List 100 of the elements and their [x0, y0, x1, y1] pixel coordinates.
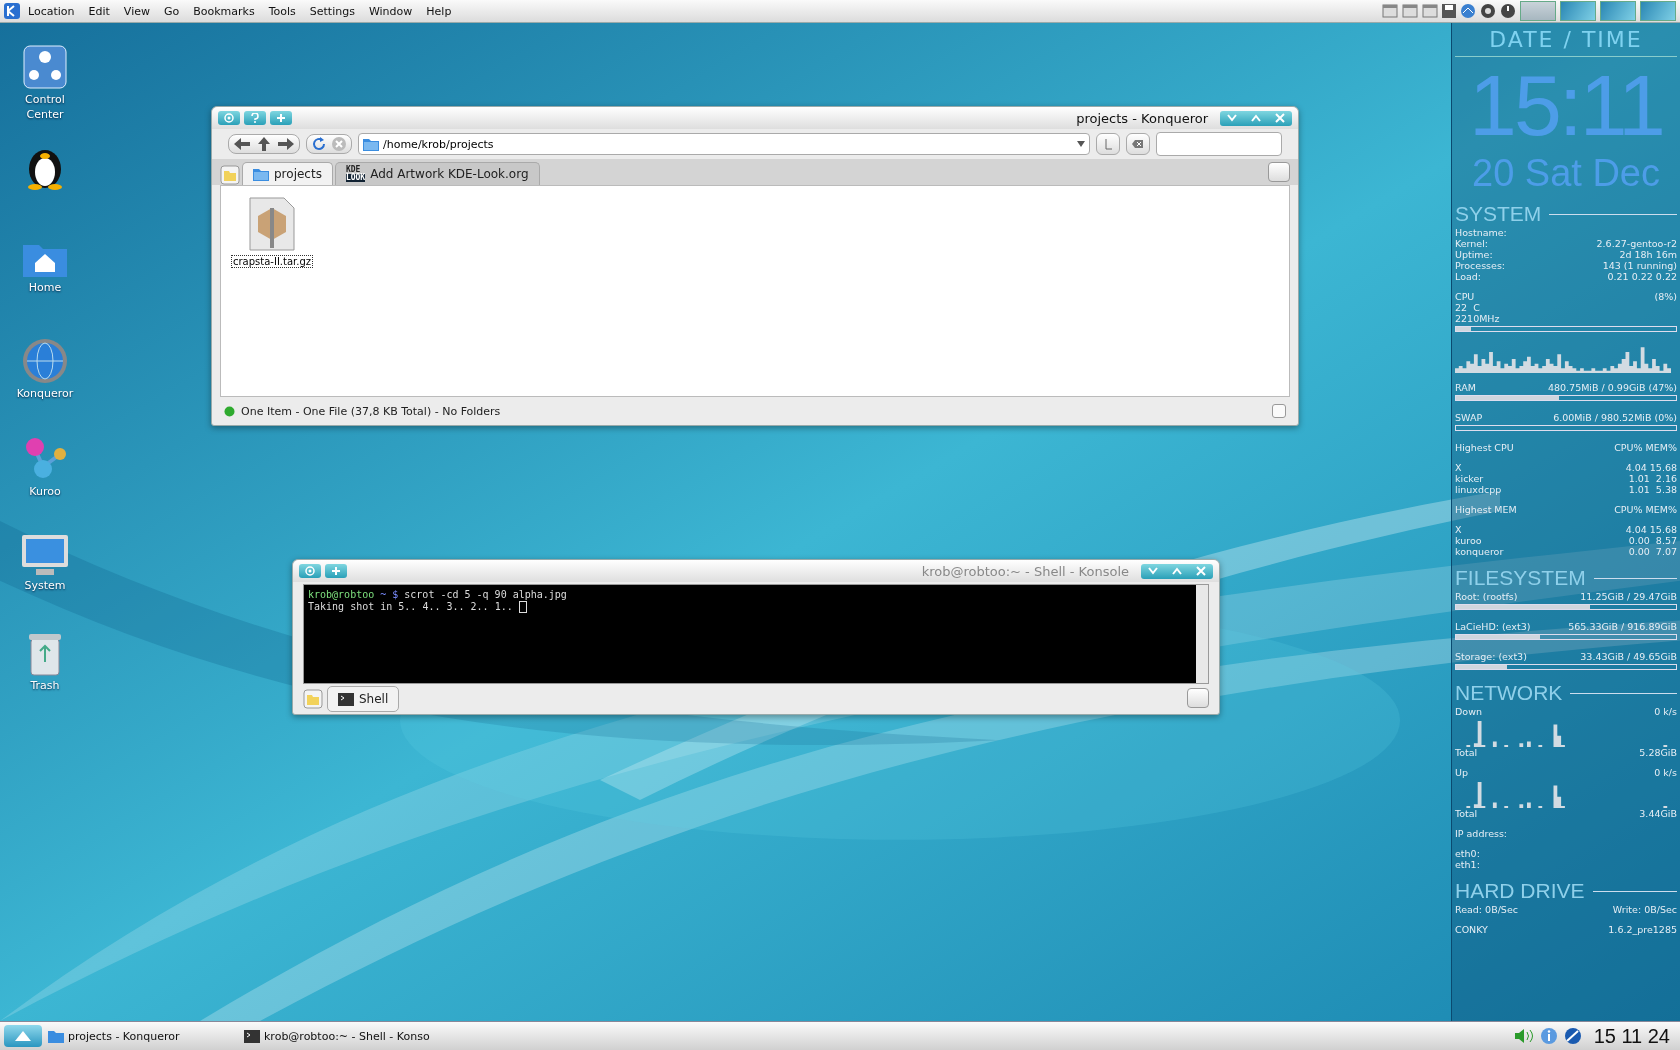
- menu-item[interactable]: Location: [22, 2, 81, 20]
- new-tab-button[interactable]: [270, 111, 292, 125]
- record-icon[interactable]: [1480, 3, 1496, 19]
- plus-icon: [276, 113, 286, 123]
- back-button[interactable]: [233, 136, 251, 152]
- file-name[interactable]: crapsta-II.tar.gz: [231, 255, 314, 268]
- stat-label: CPU: [1455, 291, 1475, 302]
- stat-label: kicker: [1455, 473, 1484, 484]
- stat-value: 1.6.2_pre1285: [1608, 924, 1677, 935]
- archive-file-icon[interactable]: [248, 196, 296, 252]
- clear-button[interactable]: [1096, 133, 1120, 155]
- stat-label: X: [1455, 462, 1462, 473]
- taskbar-button[interactable]: krob@robtoo:~ - Shell - Konso: [244, 1029, 434, 1043]
- location-field[interactable]: /home/krob/projects: [358, 133, 1090, 155]
- forward-button[interactable]: [277, 136, 295, 152]
- save-icon[interactable]: [1442, 4, 1456, 18]
- stat-label: X: [1455, 524, 1462, 535]
- desktop-icon-label[interactable]: Kuroo: [15, 485, 75, 500]
- resize-button[interactable]: [1272, 404, 1286, 418]
- menu-item[interactable]: View: [117, 2, 156, 20]
- desktop-thumbnail[interactable]: [1640, 1, 1676, 21]
- stat-label: Read: 0B/Sec: [1455, 904, 1518, 915]
- show-panel-button[interactable]: [4, 1025, 42, 1047]
- power-icon[interactable]: [1500, 3, 1516, 19]
- stat-label: Load:: [1455, 271, 1481, 282]
- corner-icon: [1103, 138, 1113, 150]
- stat-label: Up: [1455, 767, 1468, 778]
- window-title: krob@robtoo:~ - Shell - Konsole: [920, 563, 1130, 579]
- up-button[interactable]: [255, 136, 273, 152]
- stat-label: linuxdcpp: [1455, 484, 1502, 495]
- prompt-path: ~ $: [380, 589, 399, 601]
- menu-button[interactable]: [218, 111, 240, 125]
- terminal-tab[interactable]: Shell: [327, 686, 400, 712]
- section-title: HARD DRIVE: [1455, 878, 1585, 904]
- clock-time: 15:11: [1468, 57, 1664, 153]
- browser-tab[interactable]: projects: [242, 162, 333, 185]
- window-icon[interactable]: [1382, 4, 1398, 18]
- menu-button[interactable]: [299, 564, 321, 578]
- desktop-thumbnail[interactable]: [1600, 1, 1636, 21]
- terminal-icon: [338, 692, 354, 706]
- reload-button[interactable]: [311, 136, 327, 152]
- clear-location-button[interactable]: [1126, 133, 1150, 155]
- stat-value: 0 k/s: [1654, 767, 1677, 778]
- help-button[interactable]: [244, 111, 266, 125]
- trash-icon: [27, 631, 63, 677]
- volume-icon[interactable]: [1513, 1028, 1534, 1044]
- menu-item[interactable]: Window: [362, 2, 419, 20]
- stat-label: Down: [1455, 706, 1482, 717]
- close-tab-button[interactable]: [1268, 162, 1290, 182]
- plus-icon: [331, 566, 341, 576]
- stat-value: 6.00MiB / 980.52MiB (0%): [1553, 412, 1677, 423]
- menu-item[interactable]: Bookmarks: [187, 2, 261, 20]
- stat-value: 33.43GiB / 49.65GiB: [1580, 651, 1677, 662]
- globe-icon[interactable]: [1563, 1027, 1582, 1045]
- stat-value: 4.04 15.68: [1625, 462, 1677, 473]
- taskbar-button[interactable]: projects - Konqueror: [48, 1029, 238, 1043]
- desktop-icon-label[interactable]: System: [15, 579, 75, 594]
- stat-label: Uptime:: [1455, 249, 1493, 260]
- clock-date: 20 Sat Dec: [1471, 153, 1661, 193]
- kde-menu-icon[interactable]: [4, 3, 20, 19]
- desktop-icon-label[interactable]: Konqueror: [15, 387, 75, 402]
- help-icon: [251, 113, 259, 123]
- menu-item[interactable]: Edit: [82, 2, 116, 20]
- desktop-icon-label[interactable]: Control Center: [15, 93, 75, 123]
- new-tab-icon[interactable]: [303, 689, 323, 709]
- new-tab-icon[interactable]: [220, 165, 240, 185]
- close-icon: [1275, 113, 1285, 123]
- new-tab-button[interactable]: [325, 564, 347, 578]
- scrollbar[interactable]: [1196, 585, 1208, 683]
- close-tab-button[interactable]: [1187, 687, 1209, 708]
- control-panel-icon: [21, 43, 69, 91]
- close-icon: [1196, 566, 1206, 576]
- chevron-down-icon: [1148, 567, 1158, 575]
- info-icon[interactable]: [1539, 1027, 1558, 1045]
- stat-value: 0 k/s: [1654, 706, 1677, 717]
- window-icon[interactable]: [1402, 4, 1418, 18]
- stat-value: 480.75MiB / 0.99GiB (47%): [1547, 382, 1677, 393]
- desktop-thumbnail[interactable]: [1520, 1, 1556, 21]
- stat-label: eth1:: [1455, 859, 1480, 870]
- terminal-icon: [244, 1029, 260, 1043]
- stat-value: 0.00 8.57: [1628, 535, 1677, 546]
- stat-value: CPU% MEM%: [1614, 442, 1677, 453]
- prompt-user: krob@robtoo: [308, 589, 375, 601]
- folder-icon: [253, 167, 269, 181]
- stat-value: 4.04 15.68: [1625, 524, 1677, 535]
- clock[interactable]: 15 11 24: [1587, 1024, 1676, 1048]
- stat-value: 2.6.27-gentoo-r2: [1596, 238, 1677, 249]
- search-field[interactable]: [1156, 132, 1282, 156]
- stat-label: konqueror: [1455, 546, 1504, 557]
- stat-label: RAM: [1455, 382, 1476, 393]
- stat-value: 565.33GiB / 916.89GiB: [1568, 621, 1677, 632]
- desktop-icon-label[interactable]: Home: [15, 281, 75, 296]
- status-light-icon: [224, 405, 235, 417]
- desktop-thumbnail[interactable]: [1560, 1, 1596, 21]
- menu-item[interactable]: Help: [420, 2, 458, 20]
- menu-item[interactable]: Go: [157, 2, 186, 20]
- menu-item[interactable]: Settings: [303, 2, 361, 20]
- menu-item[interactable]: Tools: [262, 2, 302, 20]
- stat-label: 2210MHz: [1455, 313, 1500, 324]
- stat-value: 11.25GiB / 29.47GiB: [1580, 591, 1677, 602]
